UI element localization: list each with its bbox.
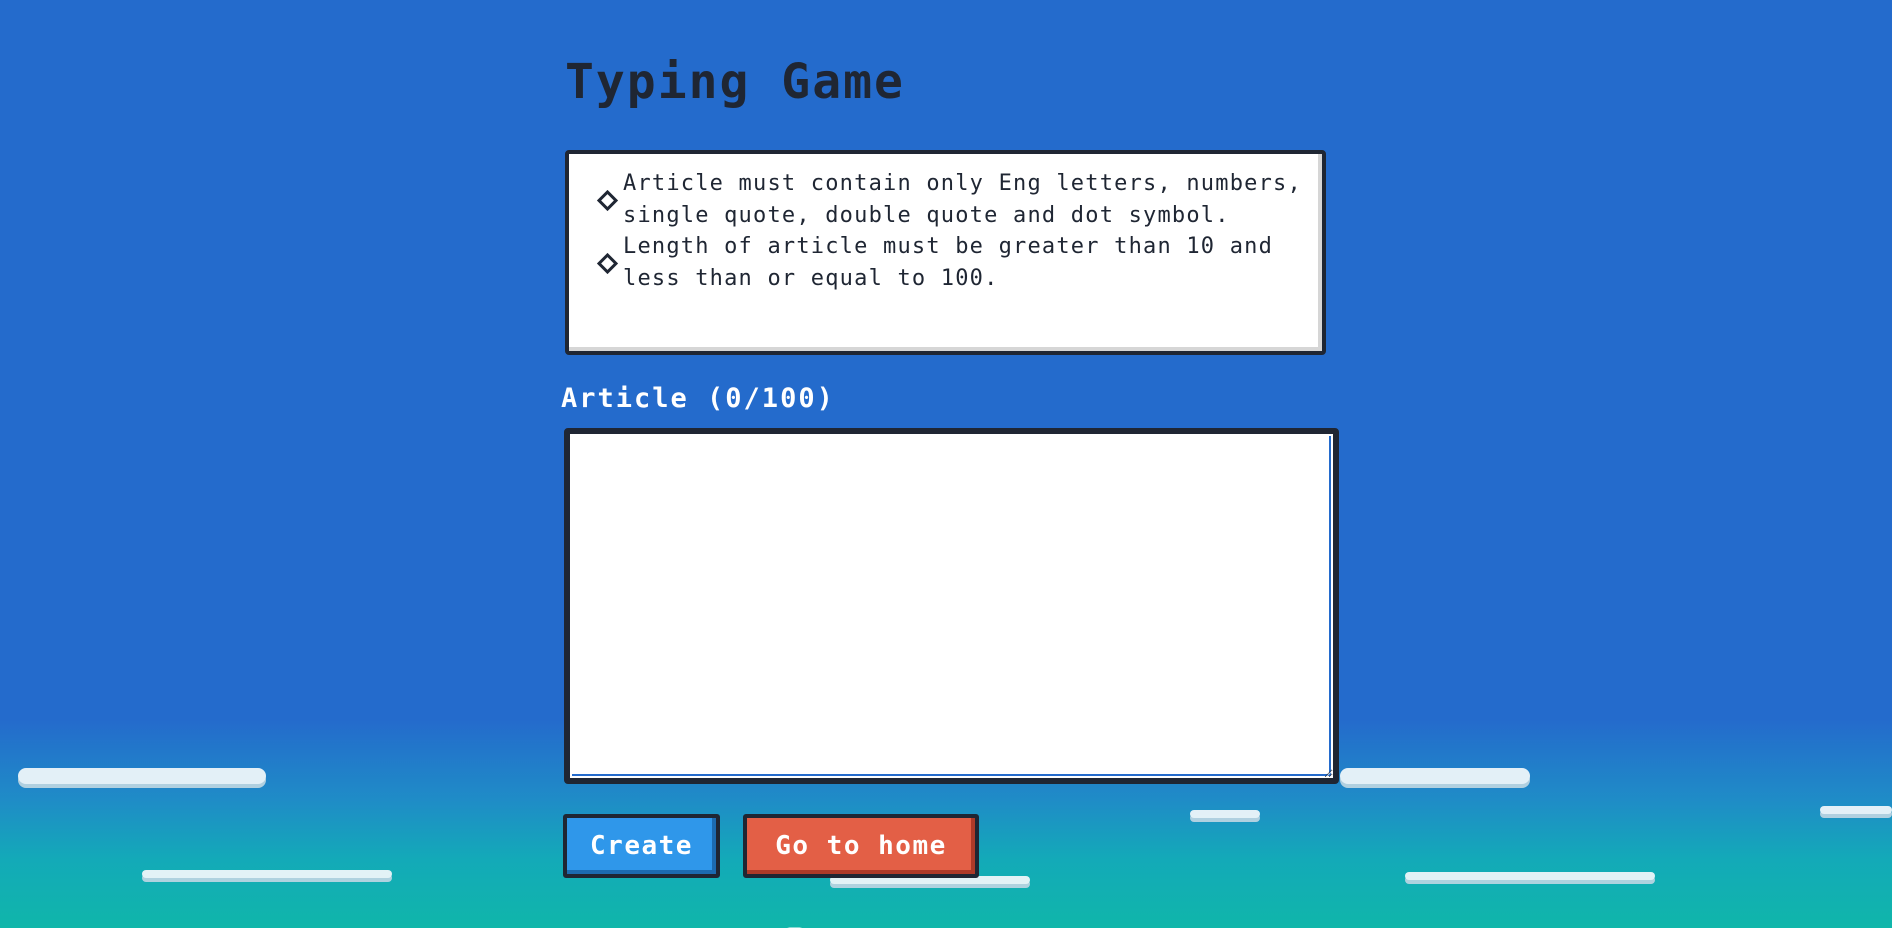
cloud-decoration	[1820, 806, 1892, 814]
rule-item: Length of article must be greater than 1…	[596, 231, 1312, 294]
cloud-decoration	[1190, 810, 1260, 818]
rule-text: Article must contain only Eng letters, n…	[623, 171, 1302, 228]
article-textarea[interactable]	[564, 428, 1339, 784]
cloud-decoration	[18, 768, 266, 784]
diamond-bullet-icon	[596, 252, 619, 274]
article-label: Article (0/100)	[561, 383, 835, 414]
rules-box: Article must contain only Eng letters, n…	[565, 150, 1326, 355]
create-button[interactable]: Create	[563, 814, 720, 878]
diamond-bullet-icon	[596, 189, 619, 211]
go-to-home-button[interactable]: Go to home	[743, 814, 979, 878]
rule-text: Length of article must be greater than 1…	[623, 234, 1274, 291]
rule-item: Article must contain only Eng letters, n…	[596, 168, 1312, 231]
cloud-decoration	[142, 870, 392, 878]
page-title: Typing Game	[565, 54, 905, 110]
rules-list: Article must contain only Eng letters, n…	[596, 168, 1312, 294]
cloud-decoration	[1340, 768, 1530, 784]
cloud-decoration	[1405, 872, 1655, 880]
mountains-decoration	[0, 910, 1892, 928]
